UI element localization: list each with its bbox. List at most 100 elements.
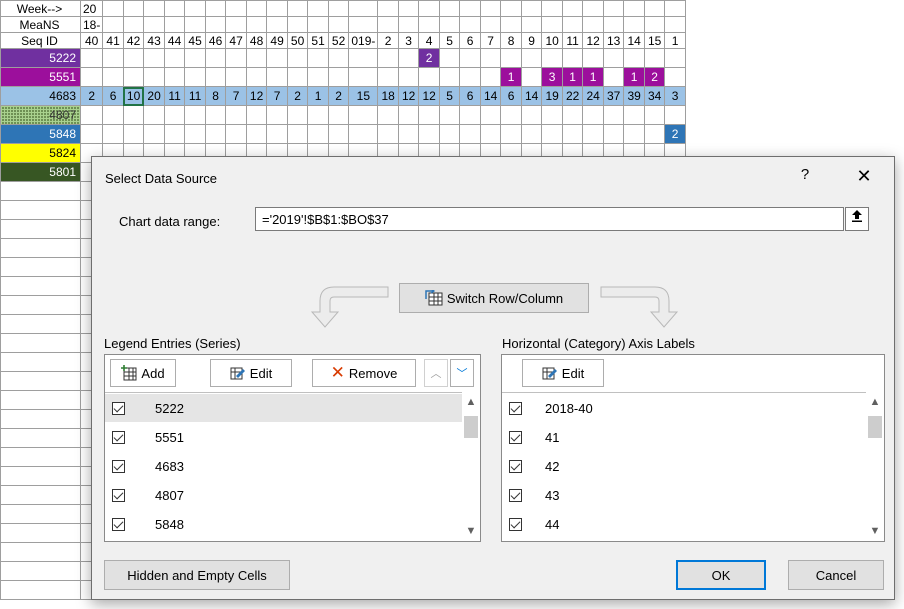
data-cell[interactable]: [102, 48, 124, 68]
data-cell[interactable]: 34: [643, 86, 666, 106]
week-header-cell[interactable]: [397, 16, 420, 33]
header-cell[interactable]: Seq ID: [0, 32, 81, 49]
data-cell[interactable]: [102, 67, 124, 87]
category-checkbox[interactable]: [509, 401, 522, 415]
empty-cell[interactable]: [0, 333, 81, 353]
week-header-cell[interactable]: [122, 0, 145, 17]
data-cell[interactable]: [438, 48, 461, 68]
data-cell[interactable]: 18: [377, 86, 399, 106]
week-header-cell[interactable]: [163, 16, 186, 33]
week-header-cell[interactable]: [102, 0, 124, 17]
week-header-cell[interactable]: [664, 16, 686, 33]
empty-cell[interactable]: [0, 200, 81, 220]
data-cell[interactable]: [122, 124, 145, 144]
data-cell[interactable]: [602, 67, 625, 87]
empty-cell[interactable]: [0, 314, 81, 334]
data-cell[interactable]: [225, 67, 247, 87]
scroll-up-icon[interactable]: ▲: [866, 396, 884, 408]
empty-cell[interactable]: [0, 181, 81, 201]
seq-id-cell[interactable]: 4683: [0, 86, 81, 106]
data-cell[interactable]: [643, 48, 666, 68]
data-cell[interactable]: [541, 105, 563, 125]
week-header-cell[interactable]: [582, 0, 604, 17]
data-cell[interactable]: [225, 105, 247, 125]
data-cell[interactable]: [500, 48, 522, 68]
week-header-cell[interactable]: [561, 16, 584, 33]
week-header-cell[interactable]: [266, 0, 288, 17]
empty-cell[interactable]: [0, 371, 81, 391]
data-cell[interactable]: [204, 105, 227, 125]
data-cell[interactable]: [377, 67, 399, 87]
data-cell[interactable]: 1: [307, 86, 329, 106]
week-header-cell[interactable]: [245, 16, 268, 33]
week-header-cell[interactable]: 6: [459, 32, 481, 49]
data-cell[interactable]: 1: [582, 67, 604, 87]
data-cell[interactable]: 12: [245, 86, 268, 106]
week-header-cell[interactable]: 14: [623, 32, 645, 49]
data-cell[interactable]: [204, 48, 227, 68]
empty-cell[interactable]: [0, 523, 81, 543]
data-cell[interactable]: 3: [664, 86, 686, 106]
week-header-cell[interactable]: [225, 16, 247, 33]
empty-cell[interactable]: [0, 447, 81, 467]
empty-cell[interactable]: [0, 390, 81, 410]
week-header-cell[interactable]: [643, 0, 666, 17]
week-header-cell[interactable]: [623, 0, 645, 17]
data-cell[interactable]: [163, 105, 186, 125]
data-cell[interactable]: [204, 67, 227, 87]
data-cell[interactable]: [163, 67, 186, 87]
data-cell[interactable]: [79, 48, 104, 68]
category-row[interactable]: 41: [502, 423, 866, 451]
week-header-cell[interactable]: [418, 0, 440, 17]
week-header-cell[interactable]: 4: [418, 32, 440, 49]
week-header-cell[interactable]: [307, 0, 329, 17]
series-list[interactable]: 5222 5551 4683 4807 5848: [105, 392, 462, 541]
data-cell[interactable]: [163, 48, 186, 68]
empty-cell[interactable]: [0, 542, 81, 562]
data-cell[interactable]: [143, 67, 165, 87]
add-series-button[interactable]: Add: [110, 359, 176, 387]
week-header-cell[interactable]: [184, 16, 206, 33]
week-header-cell[interactable]: [438, 16, 461, 33]
week-header-cell[interactable]: 019-: [348, 32, 379, 49]
switch-row-column-button[interactable]: Switch Row/Column: [399, 283, 589, 313]
empty-cell[interactable]: [0, 352, 81, 372]
data-cell[interactable]: [184, 67, 206, 87]
data-cell[interactable]: [500, 124, 522, 144]
data-cell[interactable]: [143, 124, 165, 144]
week-header-cell[interactable]: [602, 0, 625, 17]
data-cell[interactable]: 14: [479, 86, 502, 106]
data-cell[interactable]: 11: [163, 86, 186, 106]
data-cell[interactable]: [520, 48, 543, 68]
data-cell[interactable]: 6: [500, 86, 522, 106]
empty-cell[interactable]: [0, 276, 81, 296]
week-header-cell[interactable]: 49: [266, 32, 288, 49]
week-header-cell[interactable]: [286, 0, 309, 17]
series-row[interactable]: 5848: [105, 510, 462, 538]
week-header-cell[interactable]: [459, 0, 481, 17]
category-row[interactable]: 42: [502, 452, 866, 480]
week-header-cell[interactable]: [327, 16, 350, 33]
data-cell[interactable]: 37: [602, 86, 625, 106]
data-cell[interactable]: [377, 105, 399, 125]
data-cell[interactable]: [643, 124, 666, 144]
data-cell[interactable]: 39: [623, 86, 645, 106]
data-cell[interactable]: [602, 48, 625, 68]
week-header-cell[interactable]: [500, 0, 522, 17]
data-cell[interactable]: 6: [459, 86, 481, 106]
data-cell[interactable]: [327, 124, 350, 144]
data-cell[interactable]: [245, 105, 268, 125]
data-cell[interactable]: [582, 124, 604, 144]
week-header-cell[interactable]: [307, 16, 329, 33]
data-cell[interactable]: [459, 105, 481, 125]
data-cell[interactable]: [582, 105, 604, 125]
data-cell[interactable]: [397, 105, 420, 125]
week-header-cell[interactable]: 15: [643, 32, 666, 49]
header-cell[interactable]: MeaNS: [0, 16, 81, 33]
data-cell[interactable]: 2: [79, 86, 104, 106]
week-header-cell[interactable]: 42: [122, 32, 145, 49]
week-header-cell[interactable]: [643, 16, 666, 33]
seq-id-cell[interactable]: 5222: [0, 48, 81, 68]
data-cell[interactable]: [418, 67, 440, 87]
data-cell[interactable]: [582, 48, 604, 68]
